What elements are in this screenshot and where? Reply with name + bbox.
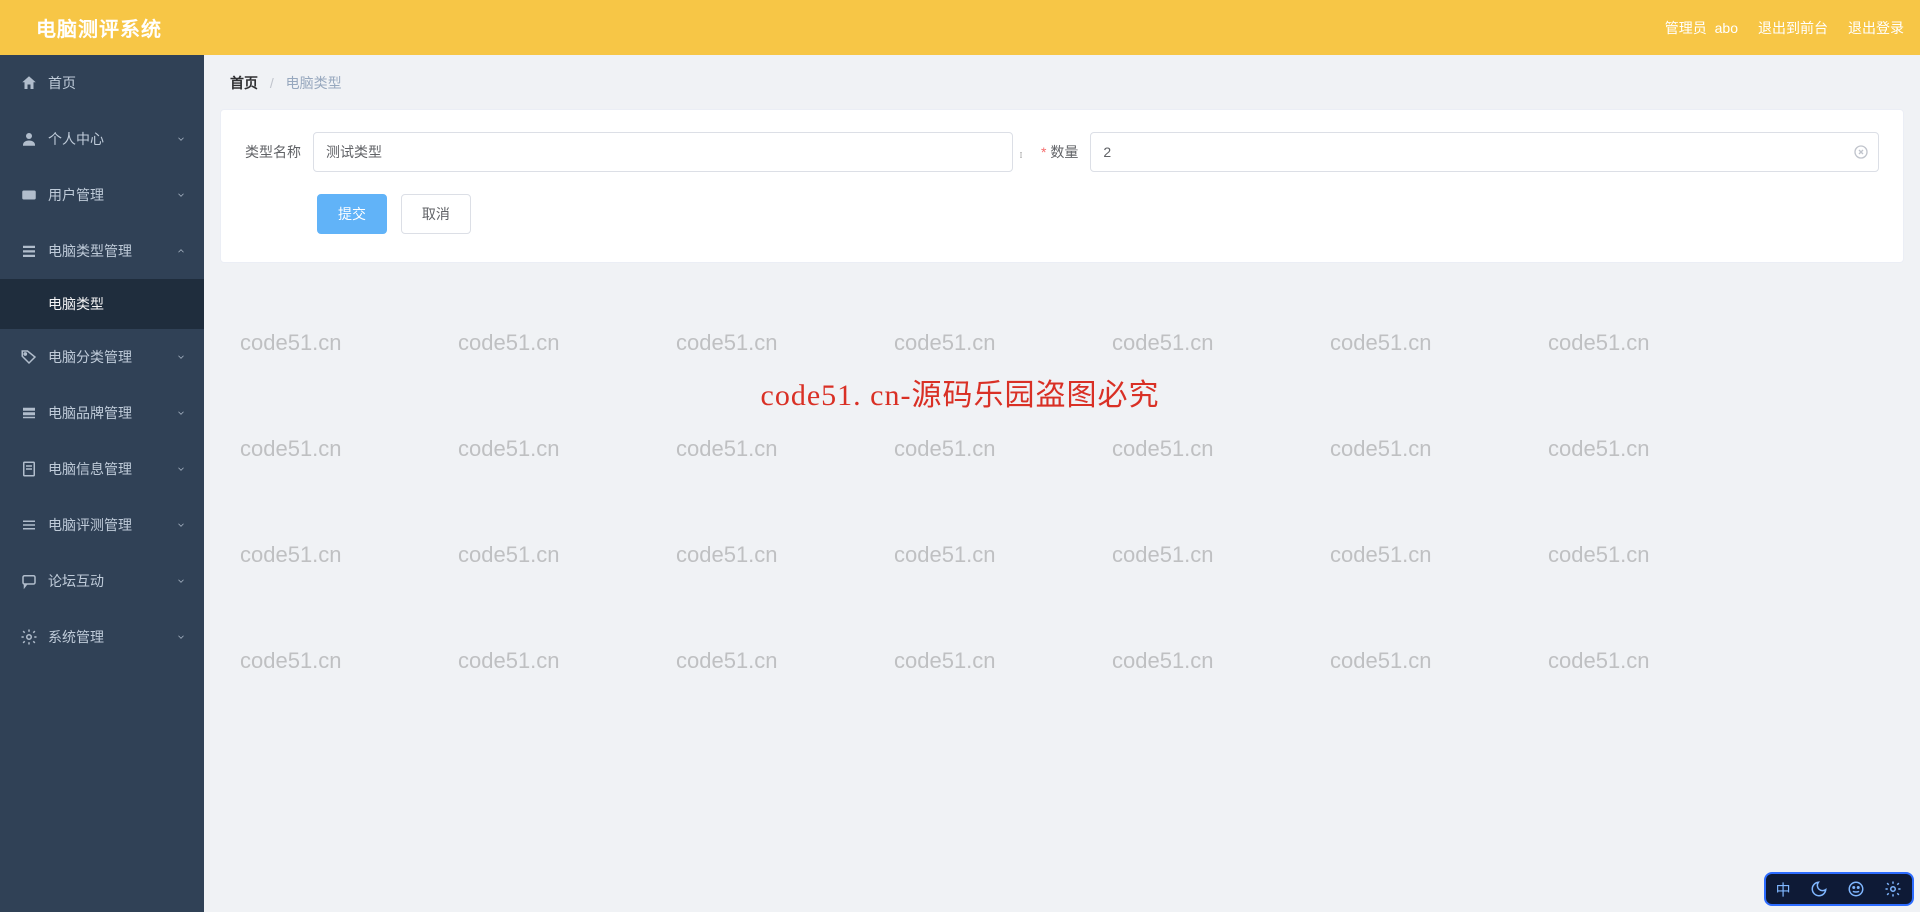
main-content: 首页 / 电脑类型 类型名称 *数量 提交 取消 [204,55,1920,912]
breadcrumb-home[interactable]: 首页 [230,73,258,93]
breadcrumb-separator: / [270,75,274,91]
logout-link[interactable]: 退出登录 [1848,18,1904,38]
chevron-up-icon [176,246,186,256]
chevron-down-icon [176,134,186,144]
sidebar-item-label: 首页 [48,73,76,93]
sidebar-item-computer-type[interactable]: 电脑类型 [0,279,204,329]
sidebar: 首页 个人中心 用户管理 电脑类型管理 电脑类型 电脑分类管理 电脑品牌管理 电… [0,55,204,912]
list-icon [20,242,38,260]
sidebar-item-label: 电脑评测管理 [48,515,132,535]
quantity-input[interactable] [1090,132,1879,172]
sidebar-item-user-mgmt[interactable]: 用户管理 [0,167,204,223]
stack-icon [20,404,38,422]
clear-icon[interactable] [1853,144,1869,160]
current-user[interactable]: 管理员 abo [1665,18,1738,38]
app-title: 电脑测评系统 [36,13,162,42]
gear-icon [20,628,38,646]
form-card: 类型名称 *数量 提交 取消 [220,109,1904,263]
quantity-label: *数量 [1041,142,1078,162]
chevron-down-icon [176,632,186,642]
chevron-down-icon [176,408,186,418]
chevron-down-icon [176,464,186,474]
moon-icon[interactable] [1810,880,1828,898]
submit-button[interactable]: 提交 [317,194,387,234]
breadcrumb-current: 电脑类型 [286,73,342,93]
sidebar-item-label: 用户管理 [48,185,104,205]
sidebar-item-label: 电脑分类管理 [48,347,132,367]
exit-to-front-link[interactable]: 退出到前台 [1758,18,1828,38]
sidebar-item-label: 论坛互动 [48,571,104,591]
sidebar-item-label: 电脑类型管理 [48,241,132,261]
chevron-down-icon [176,352,186,362]
face-icon[interactable] [1847,880,1865,898]
sidebar-item-system[interactable]: 系统管理 [0,609,204,665]
ime-toolbar[interactable]: 中 [1764,872,1914,906]
user-icon [20,130,38,148]
sidebar-item-info-mgmt[interactable]: 电脑信息管理 [0,441,204,497]
sidebar-item-forum[interactable]: 论坛互动 [0,553,204,609]
sidebar-item-category-mgmt[interactable]: 电脑分类管理 [0,329,204,385]
chevron-down-icon [176,576,186,586]
sidebar-item-label: 电脑类型 [48,294,104,314]
user-name: abo [1715,20,1738,36]
required-mark: * [1041,144,1046,160]
sidebar-item-label: 电脑信息管理 [48,459,132,479]
sidebar-item-label: 个人中心 [48,129,104,149]
sidebar-item-label: 系统管理 [48,627,104,647]
bars-icon [20,516,38,534]
chevron-down-icon [176,190,186,200]
sidebar-item-label: 电脑品牌管理 [48,403,132,423]
sidebar-item-type-mgmt[interactable]: 电脑类型管理 [0,223,204,279]
sidebar-submenu-type: 电脑类型 [0,279,204,329]
chevron-down-icon [176,520,186,530]
tag-icon [20,348,38,366]
sidebar-item-brand-mgmt[interactable]: 电脑品牌管理 [0,385,204,441]
cancel-button[interactable]: 取消 [401,194,471,234]
doc-icon [20,460,38,478]
user-role: 管理员 [1665,20,1707,36]
sidebar-item-personal[interactable]: 个人中心 [0,111,204,167]
type-name-label: 类型名称 [245,142,301,162]
ime-lang[interactable]: 中 [1776,879,1791,900]
sidebar-item-review-mgmt[interactable]: 电脑评测管理 [0,497,204,553]
settings-icon[interactable] [1884,880,1902,898]
type-name-input[interactable] [313,132,1013,172]
home-icon [20,74,38,92]
form-actions: 提交 取消 [245,194,1879,234]
sidebar-item-home[interactable]: 首页 [0,55,204,111]
card-icon [20,186,38,204]
breadcrumb: 首页 / 电脑类型 [230,73,1904,93]
app-header: 电脑测评系统 管理员 abo 退出到前台 退出登录 [0,0,1920,55]
chat-icon [20,572,38,590]
